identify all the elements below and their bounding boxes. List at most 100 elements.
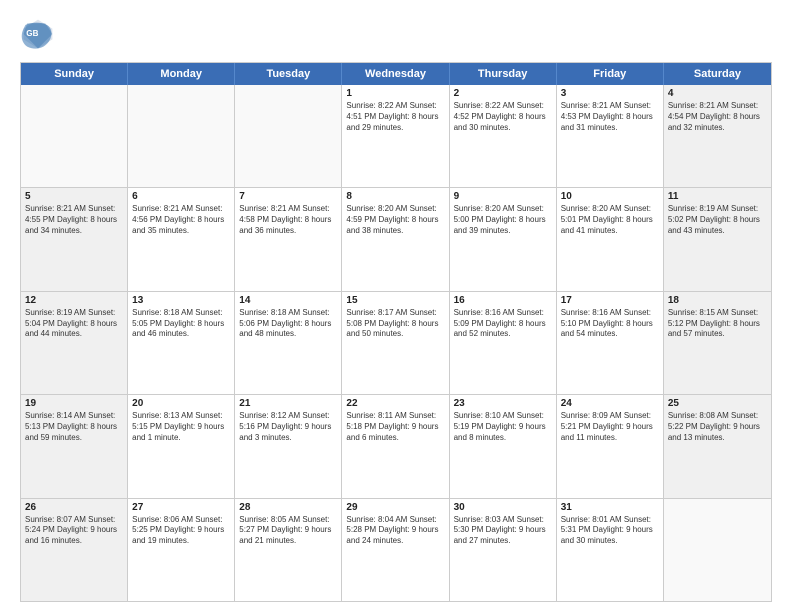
day-info: Sunrise: 8:08 AM Sunset: 5:22 PM Dayligh… [668,411,767,443]
weekday-header-sunday: Sunday [21,63,128,85]
calendar-row-1: 5 Sunrise: 8:21 AM Sunset: 4:55 PM Daylig… [21,187,771,290]
day-cell-12: 12 Sunrise: 8:19 AM Sunset: 5:04 PM Dayli… [21,292,128,394]
day-cell-30: 30 Sunrise: 8:03 AM Sunset: 5:30 PM Dayli… [450,499,557,601]
day-cell-23: 23 Sunrise: 8:10 AM Sunset: 5:19 PM Dayli… [450,395,557,497]
weekday-header-saturday: Saturday [664,63,771,85]
day-number: 5 [25,191,123,202]
calendar-row-2: 12 Sunrise: 8:19 AM Sunset: 5:04 PM Dayli… [21,291,771,394]
day-number: 3 [561,88,659,99]
day-number: 22 [346,398,444,409]
day-info: Sunrise: 8:19 AM Sunset: 5:02 PM Dayligh… [668,204,767,236]
day-number: 20 [132,398,230,409]
weekday-header-tuesday: Tuesday [235,63,342,85]
day-number: 15 [346,295,444,306]
day-number: 24 [561,398,659,409]
day-number: 25 [668,398,767,409]
day-info: Sunrise: 8:19 AM Sunset: 5:04 PM Dayligh… [25,308,123,340]
empty-cell-0-1 [128,85,235,187]
day-cell-22: 22 Sunrise: 8:11 AM Sunset: 5:18 PM Dayli… [342,395,449,497]
day-cell-29: 29 Sunrise: 8:04 AM Sunset: 5:28 PM Dayli… [342,499,449,601]
day-cell-25: 25 Sunrise: 8:08 AM Sunset: 5:22 PM Dayli… [664,395,771,497]
day-info: Sunrise: 8:17 AM Sunset: 5:08 PM Dayligh… [346,308,444,340]
day-number: 31 [561,502,659,513]
day-cell-13: 13Sunrise: 8:18 AM Sunset: 5:05 PM Dayli… [128,292,235,394]
day-number: 2 [454,88,552,99]
day-cell-24: 24 Sunrise: 8:09 AM Sunset: 5:21 PM Dayli… [557,395,664,497]
day-info: Sunrise: 8:22 AM Sunset: 4:51 PM Dayligh… [346,101,444,133]
day-cell-17: 17Sunrise: 8:16 AM Sunset: 5:10 PM Dayli… [557,292,664,394]
day-info: Sunrise: 8:03 AM Sunset: 5:30 PM Dayligh… [454,515,552,547]
empty-cell-0-2 [235,85,342,187]
day-cell-18: 18Sunrise: 8:15 AM Sunset: 5:12 PM Dayli… [664,292,771,394]
day-cell-21: 21Sunrise: 8:12 AM Sunset: 5:16 PM Dayli… [235,395,342,497]
day-number: 23 [454,398,552,409]
day-info: Sunrise: 8:21 AM Sunset: 4:55 PM Dayligh… [25,204,123,236]
day-number: 26 [25,502,123,513]
calendar-row-0: 1 Sunrise: 8:22 AM Sunset: 4:51 PM Daylig… [21,85,771,187]
empty-cell-4-6 [664,499,771,601]
day-cell-20: 20 Sunrise: 8:13 AM Sunset: 5:15 PM Dayli… [128,395,235,497]
day-cell-19: 19 Sunrise: 8:14 AM Sunset: 5:13 PM Dayli… [21,395,128,497]
day-info: Sunrise: 8:21 AM Sunset: 4:58 PM Dayligh… [239,204,337,236]
day-cell-1: 1 Sunrise: 8:22 AM Sunset: 4:51 PM Daylig… [342,85,449,187]
day-cell-10: 10Sunrise: 8:20 AM Sunset: 5:01 PM Dayli… [557,188,664,290]
svg-text:GB: GB [26,29,38,38]
header: GB [20,16,772,52]
day-cell-28: 28Sunrise: 8:05 AM Sunset: 5:27 PM Dayli… [235,499,342,601]
day-info: Sunrise: 8:14 AM Sunset: 5:13 PM Dayligh… [25,411,123,443]
day-number: 29 [346,502,444,513]
day-cell-26: 26 Sunrise: 8:07 AM Sunset: 5:24 PM Dayli… [21,499,128,601]
page: GB SundayMondayTuesdayWednesdayThursdayF… [0,0,792,612]
day-number: 27 [132,502,230,513]
day-number: 18 [668,295,767,306]
day-cell-31: 31 Sunrise: 8:01 AM Sunset: 5:31 PM Dayli… [557,499,664,601]
calendar: SundayMondayTuesdayWednesdayThursdayFrid… [20,62,772,602]
day-info: Sunrise: 8:16 AM Sunset: 5:10 PM Dayligh… [561,308,659,340]
day-info: Sunrise: 8:22 AM Sunset: 4:52 PM Dayligh… [454,101,552,133]
day-info: Sunrise: 8:07 AM Sunset: 5:24 PM Dayligh… [25,515,123,547]
day-info: Sunrise: 8:18 AM Sunset: 5:06 PM Dayligh… [239,308,337,340]
calendar-body: 1 Sunrise: 8:22 AM Sunset: 4:51 PM Daylig… [21,85,771,601]
day-cell-11: 11 Sunrise: 8:19 AM Sunset: 5:02 PM Dayli… [664,188,771,290]
day-info: Sunrise: 8:16 AM Sunset: 5:09 PM Dayligh… [454,308,552,340]
day-info: Sunrise: 8:06 AM Sunset: 5:25 PM Dayligh… [132,515,230,547]
day-info: Sunrise: 8:21 AM Sunset: 4:56 PM Dayligh… [132,204,230,236]
day-cell-16: 16 Sunrise: 8:16 AM Sunset: 5:09 PM Dayli… [450,292,557,394]
day-cell-27: 27 Sunrise: 8:06 AM Sunset: 5:25 PM Dayli… [128,499,235,601]
calendar-header: SundayMondayTuesdayWednesdayThursdayFrid… [21,63,771,85]
day-info: Sunrise: 8:10 AM Sunset: 5:19 PM Dayligh… [454,411,552,443]
weekday-header-thursday: Thursday [450,63,557,85]
day-number: 21 [239,398,337,409]
day-number: 16 [454,295,552,306]
day-number: 28 [239,502,337,513]
day-cell-8: 8 Sunrise: 8:20 AM Sunset: 4:59 PM Daylig… [342,188,449,290]
calendar-row-3: 19 Sunrise: 8:14 AM Sunset: 5:13 PM Dayli… [21,394,771,497]
day-cell-5: 5 Sunrise: 8:21 AM Sunset: 4:55 PM Daylig… [21,188,128,290]
day-cell-3: 3Sunrise: 8:21 AM Sunset: 4:53 PM Daylig… [557,85,664,187]
weekday-header-friday: Friday [557,63,664,85]
day-info: Sunrise: 8:09 AM Sunset: 5:21 PM Dayligh… [561,411,659,443]
day-cell-15: 15 Sunrise: 8:17 AM Sunset: 5:08 PM Dayli… [342,292,449,394]
day-info: Sunrise: 8:13 AM Sunset: 5:15 PM Dayligh… [132,411,230,443]
day-number: 10 [561,191,659,202]
day-number: 1 [346,88,444,99]
day-info: Sunrise: 8:01 AM Sunset: 5:31 PM Dayligh… [561,515,659,547]
logo-icon: GB [20,16,56,52]
weekday-header-wednesday: Wednesday [342,63,449,85]
day-cell-7: 7 Sunrise: 8:21 AM Sunset: 4:58 PM Daylig… [235,188,342,290]
day-cell-9: 9Sunrise: 8:20 AM Sunset: 5:00 PM Daylig… [450,188,557,290]
day-number: 8 [346,191,444,202]
day-number: 11 [668,191,767,202]
day-info: Sunrise: 8:20 AM Sunset: 5:00 PM Dayligh… [454,204,552,236]
day-info: Sunrise: 8:11 AM Sunset: 5:18 PM Dayligh… [346,411,444,443]
day-number: 30 [454,502,552,513]
logo: GB [20,16,62,52]
weekday-header-monday: Monday [128,63,235,85]
day-info: Sunrise: 8:18 AM Sunset: 5:05 PM Dayligh… [132,308,230,340]
day-info: Sunrise: 8:20 AM Sunset: 4:59 PM Dayligh… [346,204,444,236]
day-number: 7 [239,191,337,202]
day-number: 12 [25,295,123,306]
day-cell-14: 14Sunrise: 8:18 AM Sunset: 5:06 PM Dayli… [235,292,342,394]
day-info: Sunrise: 8:04 AM Sunset: 5:28 PM Dayligh… [346,515,444,547]
day-number: 19 [25,398,123,409]
